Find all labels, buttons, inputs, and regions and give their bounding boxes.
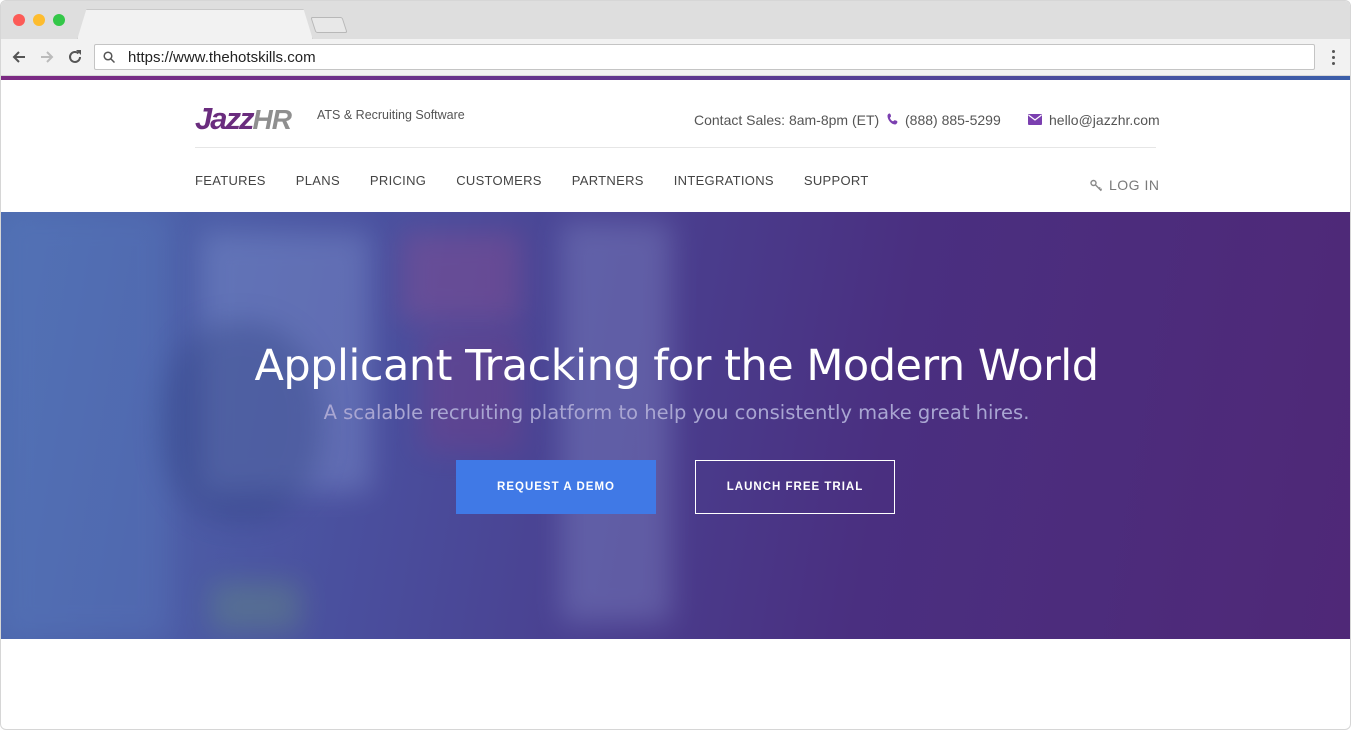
request-demo-button[interactable]: REQUEST A DEMO — [456, 460, 656, 514]
browser-menu-icon[interactable] — [1332, 50, 1336, 66]
arrow-left-icon — [12, 51, 25, 63]
forward-button[interactable] — [38, 48, 56, 66]
launch-free-trial-button[interactable]: LAUNCH FREE TRIAL — [695, 460, 895, 514]
address-url: https://www.thehotskills.com — [128, 49, 316, 66]
nav-item-pricing[interactable]: PRICING — [370, 173, 426, 188]
hero-section: Applicant Tracking for the Modern World … — [1, 212, 1350, 639]
browser-window: https://www.thehotskills.com JazzHR ATS … — [0, 0, 1351, 730]
site-header: JazzHR ATS & Recruiting Software Contact… — [1, 80, 1350, 212]
reload-button[interactable] — [66, 48, 84, 66]
nav-item-customers[interactable]: CUSTOMERS — [456, 173, 542, 188]
tagline: ATS & Recruiting Software — [317, 108, 465, 122]
logo-jazz-text: Jazz — [195, 101, 255, 136]
nav-item-plans[interactable]: PLANS — [296, 173, 340, 188]
login-link[interactable]: LOG IN — [1090, 177, 1159, 193]
back-button[interactable] — [10, 48, 28, 66]
logo-hr-text: HR — [252, 104, 291, 135]
browser-toolbar: https://www.thehotskills.com — [1, 39, 1350, 76]
reload-icon — [69, 50, 81, 63]
mail-icon — [1028, 114, 1042, 125]
maximize-window-button[interactable] — [53, 14, 65, 26]
arrow-right-icon — [41, 51, 54, 63]
hero-title: Applicant Tracking for the Modern World — [254, 341, 1099, 391]
jazzhr-logo[interactable]: JazzHR — [195, 101, 292, 136]
browser-tab[interactable] — [77, 9, 313, 40]
nav-item-integrations[interactable]: INTEGRATIONS — [674, 173, 774, 188]
main-nav: FEATURES PLANS PRICING CUSTOMERS PARTNER… — [195, 173, 899, 188]
address-bar[interactable]: https://www.thehotskills.com — [94, 44, 1315, 70]
nav-item-support[interactable]: SUPPORT — [804, 173, 869, 188]
contact-sales-text: Contact Sales: 8am-8pm (ET) — [694, 112, 880, 128]
phone-icon — [887, 113, 898, 125]
search-icon — [103, 51, 115, 63]
hero-background-shape — [1, 212, 171, 639]
nav-item-partners[interactable]: PARTNERS — [572, 173, 644, 188]
email-link[interactable]: hello@jazzhr.com — [1049, 112, 1160, 128]
hero-background-shape — [401, 232, 521, 322]
title-bar — [1, 1, 1350, 40]
login-label: LOG IN — [1109, 177, 1160, 193]
hero-subtitle: A scalable recruiting platform to help y… — [323, 401, 1030, 424]
minimize-window-button[interactable] — [33, 14, 45, 26]
new-tab-button[interactable] — [310, 17, 348, 33]
close-window-button[interactable] — [13, 14, 25, 26]
key-icon — [1090, 179, 1103, 191]
hero-background-shape — [211, 582, 301, 632]
phone-link[interactable]: (888) 885-5299 — [905, 112, 1001, 128]
nav-item-features[interactable]: FEATURES — [195, 173, 266, 188]
header-divider — [195, 147, 1156, 148]
